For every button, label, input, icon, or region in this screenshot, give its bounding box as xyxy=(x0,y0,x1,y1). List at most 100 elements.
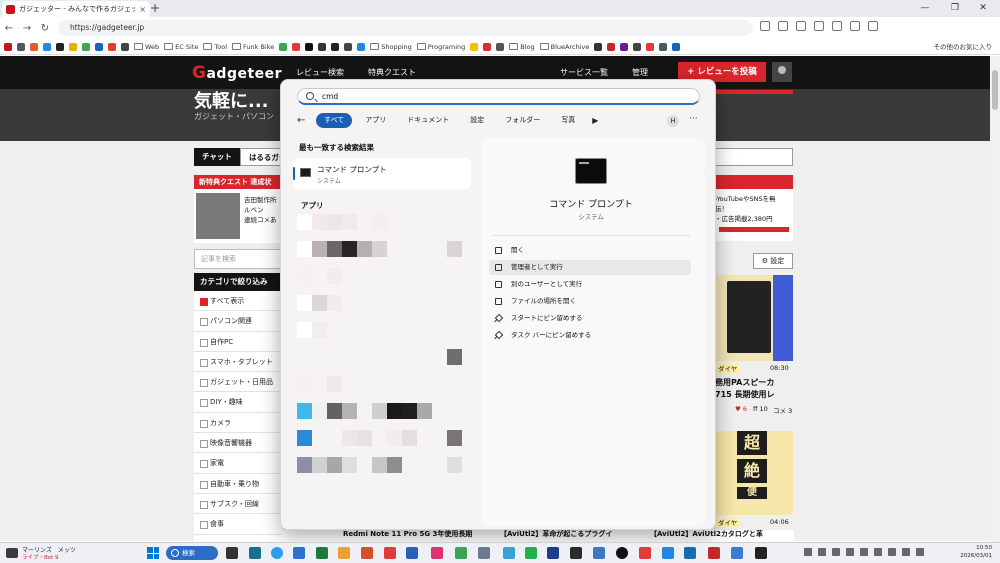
filter-photos[interactable]: 写真 xyxy=(553,113,583,128)
bookmark-site-icon[interactable] xyxy=(30,42,38,51)
action-run-as-admin[interactable]: 管理者として実行 xyxy=(489,260,691,275)
quest-card[interactable]: 吉田製作所 ルベン 連続コメあ xyxy=(194,189,282,243)
nav-services[interactable]: サービス一覧 xyxy=(560,67,608,78)
back-arrow-icon[interactable]: ← xyxy=(297,115,311,126)
app-icon[interactable] xyxy=(547,547,559,559)
bookmark-site-icon[interactable] xyxy=(344,42,353,51)
bookmark-site-icon[interactable] xyxy=(82,42,90,51)
app-icon[interactable] xyxy=(384,547,396,559)
app-icon[interactable] xyxy=(708,547,720,559)
action-run-as-other-user[interactable]: 別のユーザーとして実行 xyxy=(489,277,691,292)
app-icon[interactable] xyxy=(662,547,674,559)
bookmark-folder-programing[interactable]: Programing xyxy=(416,43,465,51)
history-icon[interactable] xyxy=(814,21,824,31)
more-filters-play-icon[interactable]: ▶ xyxy=(588,113,602,128)
bookmark-folder-funk-bike[interactable]: Funk Bike xyxy=(232,43,274,51)
new-tab-button[interactable]: + xyxy=(148,1,162,16)
app-icon[interactable] xyxy=(503,547,515,559)
bookmark-site-icon[interactable] xyxy=(672,42,681,51)
category-item[interactable]: DIY・趣味 xyxy=(194,392,282,413)
nav-admin[interactable]: 管理 xyxy=(632,67,648,78)
category-item[interactable]: 映像音響機器 xyxy=(194,433,282,454)
product-thumbnail[interactable] xyxy=(715,275,793,361)
app-icon[interactable] xyxy=(684,547,696,559)
bookmark-site-icon[interactable] xyxy=(357,42,366,51)
action-pin-to-taskbar[interactable]: タスク バーにピン留めする xyxy=(489,328,691,343)
taskbar-search-button[interactable]: 検索 xyxy=(166,546,218,560)
chat-input-box[interactable] xyxy=(715,148,793,166)
music-app-icon[interactable] xyxy=(431,547,443,559)
bookmark-site-icon[interactable] xyxy=(620,42,629,51)
bookmark-site-icon[interactable] xyxy=(279,42,288,51)
bookmark-site-icon[interactable] xyxy=(483,42,492,51)
filter-settings[interactable]: 設定 xyxy=(462,113,492,128)
terminal-icon[interactable] xyxy=(755,547,767,559)
category-item[interactable]: カメラ xyxy=(194,413,282,434)
browser-tab[interactable]: ガジェッター - みんなで作るガジェットレビ × xyxy=(2,1,150,17)
favorite-star-icon[interactable] xyxy=(778,21,788,31)
product-card-meta[interactable]: ダイヤ 08:30 務用PAスピーカ 715 長期使用レ ♥ 6 ff 10 コ… xyxy=(715,361,793,421)
start-search-box[interactable] xyxy=(297,88,700,105)
task-view-icon[interactable] xyxy=(226,547,238,559)
close-tab-icon[interactable]: × xyxy=(139,5,146,14)
bookmark-site-icon[interactable] xyxy=(4,42,12,51)
bookmark-site-icon[interactable] xyxy=(305,42,314,51)
chatgpt-icon[interactable] xyxy=(616,547,628,559)
category-item[interactable]: 食事 xyxy=(194,514,282,535)
filter-folders[interactable]: フォルダー xyxy=(497,113,548,128)
word-app-icon[interactable] xyxy=(570,547,582,559)
app-icon[interactable] xyxy=(593,547,605,559)
edge-browser-icon[interactable] xyxy=(271,547,283,559)
bookmark-site-icon[interactable] xyxy=(331,42,340,51)
app-icon[interactable] xyxy=(731,547,743,559)
gadgeteer-logo[interactable]: Gadgeteer xyxy=(192,63,282,83)
app-icon[interactable] xyxy=(361,547,373,559)
bookmark-site-icon[interactable] xyxy=(292,42,301,51)
card-title[interactable]: 【AviUtl2】革命が起こるプラグイ xyxy=(500,529,612,539)
bookmark-site-icon[interactable] xyxy=(43,42,51,51)
app-icon[interactable] xyxy=(293,547,305,559)
maps-icon[interactable] xyxy=(455,547,467,559)
system-tray[interactable] xyxy=(804,548,924,556)
bookmark-site-icon[interactable] xyxy=(69,42,77,51)
action-open-file-location[interactable]: ファイルの場所を開く xyxy=(489,294,691,309)
bookmark-folder-blog[interactable]: Blog xyxy=(509,43,535,51)
user-avatar-button[interactable] xyxy=(772,62,792,82)
other-favorites-folder[interactable]: その他のお気に入り xyxy=(933,41,992,51)
minimize-button[interactable]: — xyxy=(910,0,940,17)
best-match-result[interactable]: コマンド プロンプト システム xyxy=(293,158,471,189)
bookmark-folder-bluearchive[interactable]: BlueArchive xyxy=(539,43,589,51)
more-options-icon[interactable]: ··· xyxy=(689,114,698,124)
tab-chat[interactable]: チャット xyxy=(194,148,240,166)
app-icon[interactable] xyxy=(406,547,418,559)
line-app-icon[interactable] xyxy=(525,547,537,559)
bookmark-site-icon[interactable] xyxy=(56,42,64,51)
bookmark-site-icon[interactable] xyxy=(121,42,129,51)
app-icon[interactable] xyxy=(338,547,350,559)
card-title[interactable]: 【AviUtl2】AviUtl2カタログと革 xyxy=(650,529,763,539)
category-item[interactable]: サブスク・回線 xyxy=(194,494,282,515)
action-open[interactable]: 開く xyxy=(489,243,691,258)
bookmark-site-icon[interactable] xyxy=(659,42,668,51)
address-bar[interactable]: https://gadgeteer.jp xyxy=(58,20,753,36)
extensions-icon[interactable] xyxy=(796,21,806,31)
filter-apps[interactable]: アプリ xyxy=(357,113,394,128)
bookmark-site-icon[interactable] xyxy=(646,42,655,51)
product-thumbnail-2[interactable]: 超 絶 便 xyxy=(715,431,793,515)
close-window-button[interactable]: ✕ xyxy=(968,0,998,17)
category-item[interactable]: パソコン関連 xyxy=(194,311,282,332)
category-item[interactable]: ガジェット・日用品 xyxy=(194,372,282,393)
settings-gear-icon[interactable] xyxy=(478,547,490,559)
excel-icon[interactable] xyxy=(316,547,328,559)
nav-review-search[interactable]: レビュー検索 xyxy=(296,67,344,78)
app-icon[interactable] xyxy=(249,547,261,559)
article-search-input[interactable]: 記事を検索 xyxy=(194,249,282,269)
filter-documents[interactable]: ドキュメント xyxy=(399,113,457,128)
settings-button[interactable]: ⚙ 設定 xyxy=(753,253,793,269)
category-item[interactable]: スマホ・タブレット xyxy=(194,352,282,373)
split-screen-icon[interactable] xyxy=(760,21,770,31)
youtube-icon[interactable] xyxy=(639,547,651,559)
bookmark-site-icon[interactable] xyxy=(470,42,479,51)
bookmark-site-icon[interactable] xyxy=(607,42,616,51)
bookmark-site-icon[interactable] xyxy=(318,42,327,51)
